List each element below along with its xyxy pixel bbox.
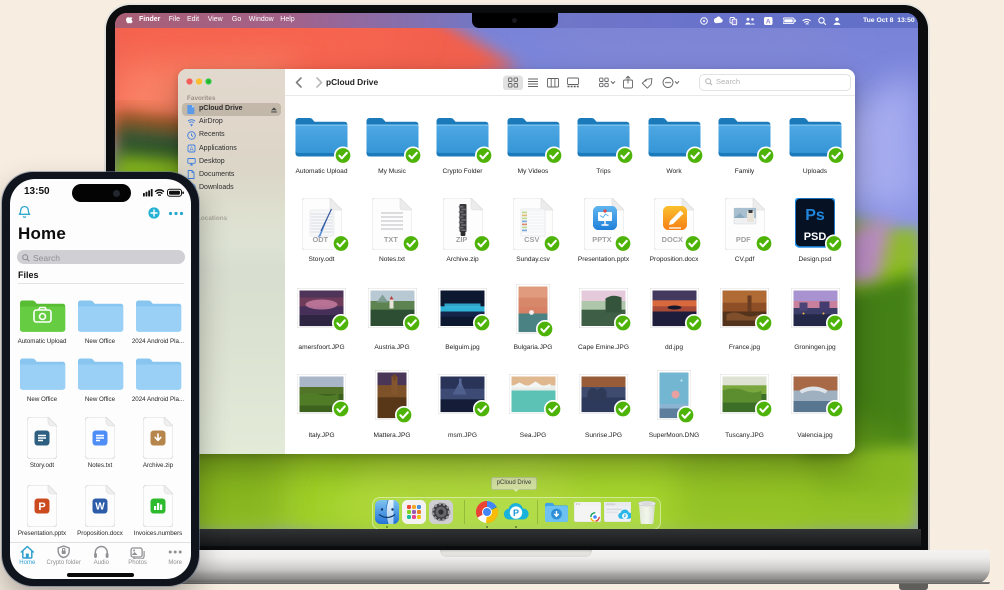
- svg-text:A: A: [189, 147, 193, 153]
- svg-text:P: P: [513, 508, 519, 518]
- svg-text:P: P: [38, 500, 45, 512]
- svg-text:Ps: Ps: [805, 207, 825, 224]
- svg-text:P: P: [624, 514, 627, 519]
- svg-text:A: A: [766, 18, 771, 25]
- svg-text:W: W: [95, 501, 105, 512]
